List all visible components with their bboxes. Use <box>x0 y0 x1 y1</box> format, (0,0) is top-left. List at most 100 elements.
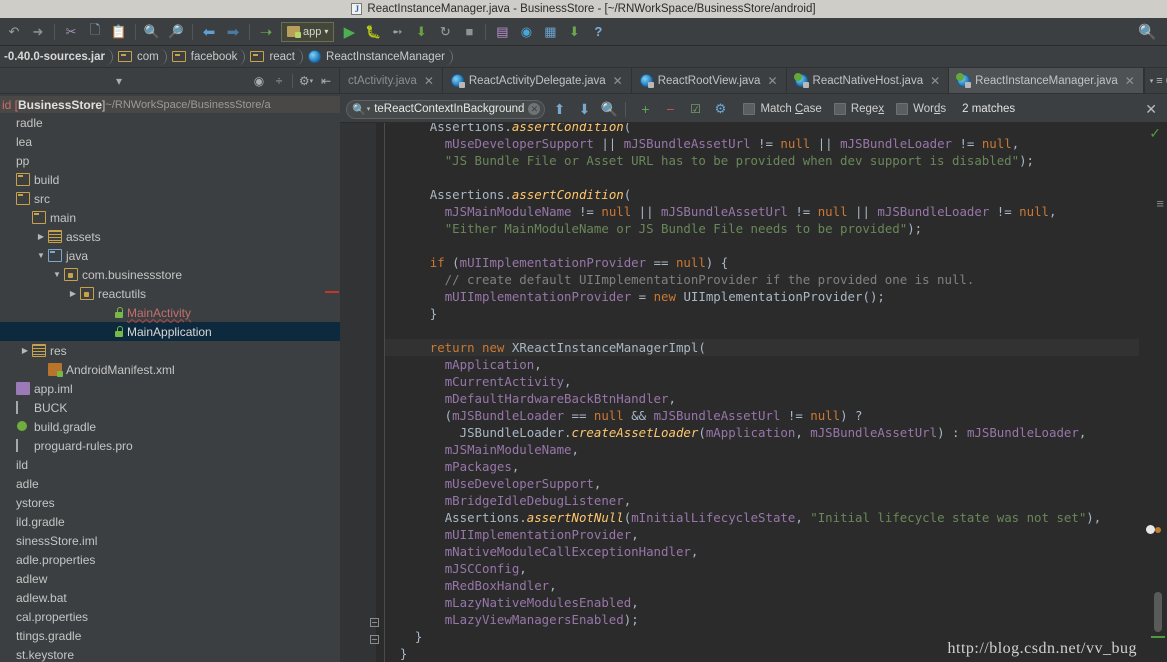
collapse-all-icon[interactable]: ÷ <box>270 71 288 91</box>
find-usages-icon[interactable]: 🔎 <box>165 21 187 43</box>
tree-item-assets[interactable]: ▶ assets <box>0 227 340 246</box>
run-icon[interactable]: ▶ <box>338 21 360 43</box>
green-check-icon[interactable]: ✓ <box>1149 125 1161 142</box>
tree-item-lea[interactable]: lea <box>0 132 340 151</box>
undo-icon[interactable]: ↶ <box>3 21 25 43</box>
locate-file-icon[interactable]: ◉ <box>250 71 268 91</box>
checkbox-box[interactable] <box>743 103 756 115</box>
code-editor[interactable]: Assertions.assertCondition( mUseDevelope… <box>340 123 1167 662</box>
clear-search-icon[interactable]: ✕ <box>528 103 541 115</box>
tree-item-ild-gradle[interactable]: ild.gradle <box>0 512 340 531</box>
close-find-bar-icon[interactable]: ✕ <box>1145 101 1161 118</box>
run-coverage-icon[interactable]: ➻ <box>386 21 408 43</box>
tab-overflow-button[interactable]: ▾ ≡ 6 <box>1143 68 1167 93</box>
close-icon[interactable]: ✕ <box>424 74 434 88</box>
words-checkbox[interactable]: Words <box>896 103 946 115</box>
chevron-down-icon[interactable]: ▾ <box>367 105 371 113</box>
hide-panel-icon[interactable]: ⇤ <box>317 71 335 91</box>
tree-item-reactutils[interactable]: ▶ reactutils <box>0 284 340 303</box>
find-settings-gear-icon[interactable]: ⚙ <box>709 98 731 120</box>
tree-item-java[interactable]: ▼ java <box>0 246 340 265</box>
chevron-right-icon[interactable]: ▶ <box>34 232 48 241</box>
chevron-down-icon[interactable]: ▼ <box>50 270 64 279</box>
tree-item-com-businessstore[interactable]: ▼ com.businessstore <box>0 265 340 284</box>
cut-icon[interactable]: ✂ <box>60 21 82 43</box>
tree-item-src[interactable]: src <box>0 189 340 208</box>
breadcrumb-item-jar[interactable]: -0.40.0-sources.jar <box>0 46 114 67</box>
marker-stripe[interactable]: ≡ <box>1156 196 1164 211</box>
avd-manager-icon[interactable]: ◉ <box>515 21 537 43</box>
fold-collapse-icon[interactable] <box>370 618 379 627</box>
settings-gear-icon[interactable]: ⚙ ▾ <box>297 71 315 91</box>
sync-gradle-icon[interactable]: ⬇ <box>563 21 585 43</box>
tree-item-radle[interactable]: radle <box>0 113 340 132</box>
editor-fold-gutter[interactable] <box>376 123 385 662</box>
tree-item-main[interactable]: main <box>0 208 340 227</box>
chevron-down-icon[interactable]: ▾ <box>110 71 128 91</box>
help-icon[interactable]: ? <box>587 21 609 43</box>
tree-item-adle[interactable]: adle <box>0 474 340 493</box>
tree-item-adlew[interactable]: adlew <box>0 569 340 588</box>
tree-item-mainapplication[interactable]: MainApplication <box>0 322 340 341</box>
tree-item-adle-properties[interactable]: adle.properties <box>0 550 340 569</box>
tree-item-pp[interactable]: pp <box>0 151 340 170</box>
tree-item-build-gradle[interactable]: build.gradle <box>0 417 340 436</box>
tree-item-ttings-gradle[interactable]: ttings.gradle <box>0 626 340 645</box>
tree-item-st-keystore[interactable]: st.keystore <box>0 645 340 662</box>
editor-gutter[interactable] <box>340 123 376 662</box>
tree-item-buck[interactable]: BUCK <box>0 398 340 417</box>
close-icon[interactable]: ✕ <box>930 74 940 88</box>
search-everywhere-icon[interactable]: 🔍 <box>1138 23 1165 41</box>
fold-collapse-icon[interactable] <box>370 635 379 644</box>
find-previous-icon[interactable]: ⬆ <box>548 98 570 120</box>
code-text[interactable]: Assertions.assertCondition( mUseDevelope… <box>385 123 1139 662</box>
remove-occurrence-icon[interactable]: − <box>659 98 681 120</box>
build-hammer-icon[interactable]: ➝ <box>255 21 277 43</box>
redo-icon[interactable]: ➜ <box>27 21 49 43</box>
sdk-manager-icon[interactable]: ▤ <box>491 21 513 43</box>
chevron-down-icon[interactable]: ▼ <box>34 251 48 260</box>
tab-reactnativehost[interactable]: ReactNativeHost.java ✕ <box>786 68 950 93</box>
tree-item-proguard-rules-pro[interactable]: proguard-rules.pro <box>0 436 340 455</box>
tree-item-build[interactable]: build <box>0 170 340 189</box>
breadcrumb-item-class[interactable]: ReactInstanceManager <box>304 46 453 67</box>
tree-item-ild[interactable]: ild <box>0 455 340 474</box>
search-input[interactable]: 🔍 ▾ teReactContextInBackground ✕ <box>346 99 546 119</box>
breadcrumb-item-com[interactable]: com <box>114 46 167 67</box>
stop-icon[interactable]: ■ <box>458 21 480 43</box>
rerun-icon[interactable]: ↻ <box>434 21 456 43</box>
chevron-right-icon[interactable]: ▶ <box>18 346 32 355</box>
tree-item-sinessstore-iml[interactable]: sinessStore.iml <box>0 531 340 550</box>
tree-item-adlew-bat[interactable]: adlew.bat <box>0 588 340 607</box>
breadcrumb-item-react[interactable]: react <box>246 46 303 67</box>
tab-ctactivity[interactable]: ctActivity.java ✕ <box>340 68 443 93</box>
add-occurrence-icon[interactable]: + <box>634 98 656 120</box>
paste-icon[interactable]: 📋 <box>108 21 130 43</box>
debug-icon[interactable]: 🐛 <box>362 21 384 43</box>
close-icon[interactable]: ✕ <box>767 74 777 88</box>
tree-item-cal-properties[interactable]: cal.properties <box>0 607 340 626</box>
select-all-icon[interactable]: ☑ <box>684 98 706 120</box>
attach-debugger-icon[interactable]: ⬇ <box>410 21 432 43</box>
project-root-row[interactable]: id [BusinessStore] ~/RNWorkSpace/Busines… <box>0 96 340 113</box>
navigate-forward-icon[interactable]: ➡ <box>222 21 244 43</box>
tree-item-mainactivity[interactable]: MainActivity <box>0 303 340 322</box>
tree-item-androidmanifest-xml[interactable]: AndroidManifest.xml <box>0 360 340 379</box>
breadcrumb-item-facebook[interactable]: facebook <box>168 46 246 67</box>
copy-icon[interactable]: 🗋 <box>84 21 106 43</box>
editor-marker-bar[interactable]: ✓ ≡ <box>1139 123 1167 662</box>
tree-item-ystores[interactable]: ystores <box>0 493 340 512</box>
find-icon[interactable]: 🔍 <box>141 21 163 43</box>
warning-marker-icon[interactable] <box>1146 525 1155 534</box>
close-icon[interactable]: ✕ <box>1125 74 1135 88</box>
select-all-occurrences-icon[interactable]: 🔍 <box>598 98 620 120</box>
checkbox-box[interactable] <box>896 103 909 115</box>
tree-item-app-iml[interactable]: app.iml <box>0 379 340 398</box>
vertical-scrollbar-thumb[interactable] <box>1154 592 1162 632</box>
checkbox-box[interactable] <box>833 103 846 115</box>
project-tree-panel[interactable]: id [BusinessStore] ~/RNWorkSpace/Busines… <box>0 96 340 662</box>
warning-marker-dot[interactable] <box>1155 527 1161 533</box>
regex-checkbox[interactable]: Regex <box>833 103 884 115</box>
match-case-checkbox[interactable]: Match Case <box>743 103 822 115</box>
tab-reactinstancemanager[interactable]: ReactInstanceManager.java ✕ <box>949 68 1144 93</box>
